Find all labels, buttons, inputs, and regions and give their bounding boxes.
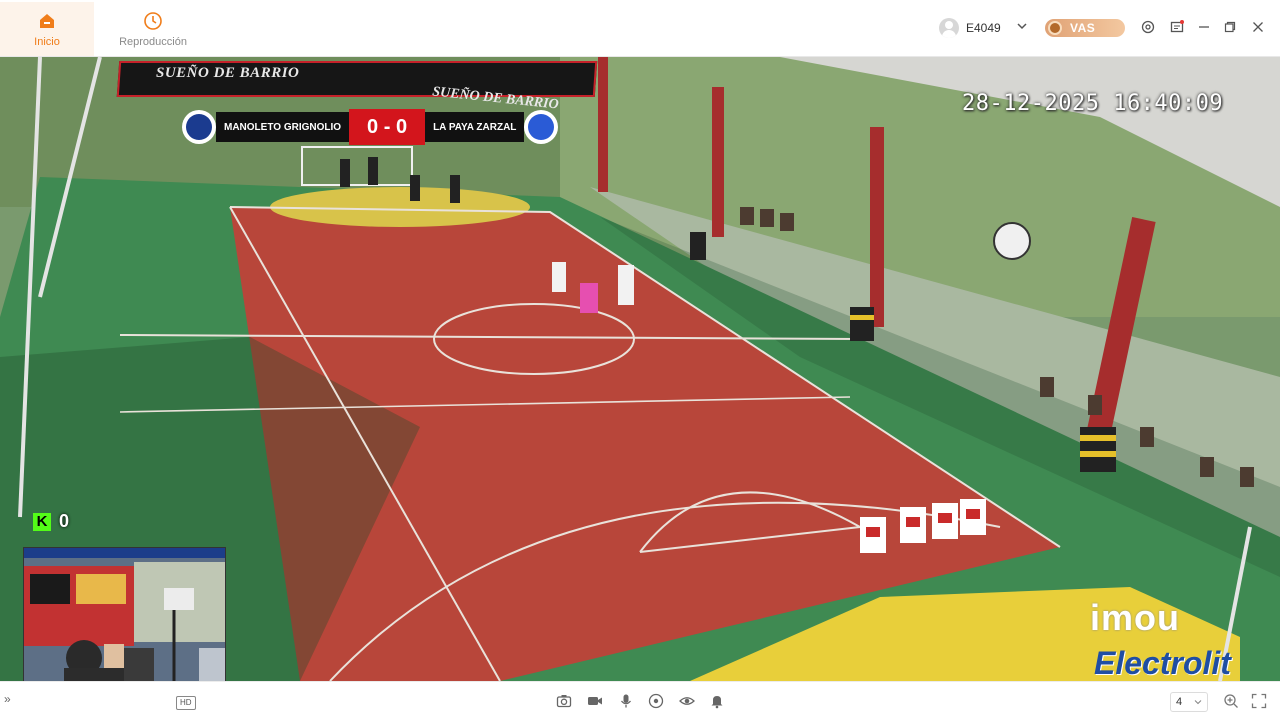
chevron-down-icon: [1194, 700, 1202, 705]
home-icon: [36, 10, 58, 32]
expand-arrow-icon[interactable]: »: [4, 692, 11, 706]
vas-label: VAS: [1070, 21, 1096, 35]
kick-viewer-count: 0: [59, 511, 70, 531]
vas-button[interactable]: VAS: [1045, 19, 1125, 37]
score: 0 - 0: [349, 109, 426, 145]
clock-icon: [142, 10, 164, 32]
picture-in-picture-camera: [23, 547, 226, 681]
screenshot-icon[interactable]: [555, 692, 573, 710]
away-team-logo: [524, 110, 559, 144]
scoreboard: MANOLETO GRIGNOLIO 0 - 0 LA PAYA ZARZAL: [182, 109, 559, 145]
kick-logo: K: [33, 512, 51, 531]
username[interactable]: E4049: [966, 21, 1001, 35]
electrolit-logo: Electrolit: [1094, 645, 1231, 681]
title-bar: Inicio Reproducción E4049 VAS: [0, 0, 1280, 57]
close-icon[interactable]: [1250, 19, 1266, 35]
tab-inicio[interactable]: Inicio: [0, 2, 94, 56]
restore-icon[interactable]: [1222, 19, 1238, 35]
grid-layout-value: 4: [1176, 696, 1183, 708]
ptz-icon[interactable]: [647, 692, 665, 710]
message-icon[interactable]: [1169, 19, 1185, 35]
alarm-icon[interactable]: [708, 692, 726, 710]
banner-text: SUEÑO DE BARRIO: [156, 65, 300, 81]
home-team-logo: [182, 110, 216, 144]
live-video-view[interactable]: SUEÑO DE BARRIO SUEÑO DE BARRIO MANOLETO…: [0, 57, 1280, 681]
home-team-name: MANOLETO GRIGNOLIO: [216, 112, 350, 142]
tab-reproduccion[interactable]: Reproducción: [106, 2, 200, 56]
away-team-name: LA PAYA ZARZAL: [425, 112, 525, 142]
imou-logo: imou: [1090, 597, 1180, 638]
vas-coin-icon: [1048, 21, 1062, 35]
hd-quality-button[interactable]: HD: [176, 696, 196, 710]
minimize-icon[interactable]: [1196, 19, 1212, 35]
kick-stream-indicator: K 0: [33, 511, 69, 532]
chevron-down-icon[interactable]: [1015, 19, 1029, 33]
grid-layout-select[interactable]: 4: [1170, 692, 1208, 712]
tab-reproduccion-label: Reproducción: [119, 36, 187, 48]
talk-icon[interactable]: [617, 692, 635, 710]
record-icon[interactable]: [586, 692, 604, 710]
zoom-in-icon[interactable]: [1222, 692, 1240, 710]
video-timestamp: 28-12-2025 16:40:09: [962, 91, 1224, 116]
fullscreen-icon[interactable]: [1250, 692, 1268, 710]
imou-app-window: Inicio Reproducción E4049 VAS SUEÑO DE B…: [0, 0, 1280, 720]
view-icon[interactable]: [678, 692, 696, 710]
tab-inicio-label: Inicio: [34, 36, 60, 48]
settings-icon[interactable]: [1140, 19, 1156, 35]
avatar[interactable]: [939, 18, 959, 38]
bottom-toolbar: » HD 4: [0, 681, 1280, 720]
